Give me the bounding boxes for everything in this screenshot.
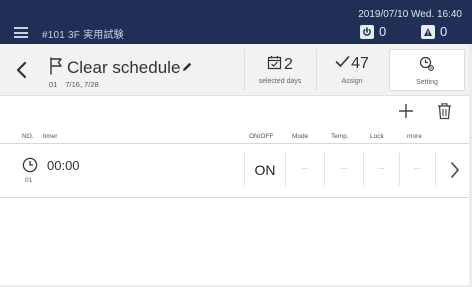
assign-count: 47: [351, 55, 369, 72]
row-number: 01: [25, 177, 33, 184]
selected-days-button[interactable]: 2 selected days: [244, 49, 315, 91]
top-bar: #101 3F 実用試験 2019/07/10 Wed. 16:40 0 0: [0, 0, 472, 44]
schedule-number: 01: [49, 80, 58, 89]
room-name: #101 3F 実用試験: [42, 30, 124, 41]
row-onoff-cell[interactable]: ON: [244, 153, 285, 186]
setting-label: Setting: [416, 79, 438, 86]
setting-button[interactable]: Setting: [389, 49, 465, 91]
assign-value: 47: [317, 55, 387, 73]
schedule-subtitle: 01 7/16, 7/28: [49, 80, 107, 89]
power-icon: [360, 25, 374, 39]
trash-icon[interactable]: [437, 102, 452, 120]
row-lock-cell[interactable]: ---: [363, 153, 399, 186]
selected-days-label: selected days: [258, 78, 302, 85]
selected-days-count: 2: [284, 56, 293, 73]
clock-settings-icon: [419, 56, 434, 71]
calendar-check-icon: [267, 56, 282, 70]
check-icon: [335, 56, 350, 67]
alert-icon: [421, 25, 435, 39]
column-header-temp: Temp.: [331, 133, 349, 140]
chevron-left-icon: [16, 61, 27, 79]
add-icon[interactable]: [398, 103, 414, 119]
row-more-cell[interactable]: ---: [399, 153, 436, 186]
back-button[interactable]: [14, 59, 30, 81]
chevron-right-icon[interactable]: [450, 161, 460, 179]
clock-icon: [22, 157, 38, 173]
schedule-title: Clear schedule: [67, 58, 181, 77]
selected-days-value: 2: [245, 55, 315, 74]
assign-label: Assign: [341, 78, 363, 85]
column-header-more: more: [407, 133, 422, 140]
row-time: 00:00: [47, 158, 80, 173]
hamburger-menu-icon[interactable]: [14, 27, 28, 38]
table-row[interactable]: 01 00:00 ON --- --- --- ---: [0, 144, 472, 198]
flag-icon: [50, 57, 62, 75]
schedule-dates: 7/16, 7/28: [65, 80, 99, 89]
power-count: 0: [379, 24, 387, 39]
setting-icon-wrap: [390, 56, 464, 77]
row-mode-cell[interactable]: ---: [285, 153, 324, 186]
assign-button[interactable]: 47 Assign: [316, 49, 387, 91]
pencil-icon[interactable]: [181, 61, 193, 73]
column-header-lock: Lock: [370, 133, 384, 140]
column-header-mode: Mode: [292, 133, 309, 140]
column-header-no: NO.: [22, 133, 34, 140]
column-header-onoff: ON/OFF: [249, 133, 274, 140]
schedule-header: Clear schedule 01 7/16, 7/28 2 selected d…: [0, 44, 472, 96]
alert-count: 0: [440, 24, 448, 39]
datetime: 2019/07/10 Wed. 16:40: [358, 9, 462, 20]
column-header-timer: timer: [43, 133, 58, 140]
row-temp-cell[interactable]: ---: [324, 153, 363, 186]
